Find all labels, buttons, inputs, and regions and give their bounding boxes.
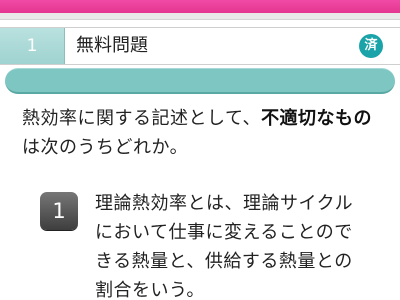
option-text[interactable]: 理論熱効率とは、理論サイクルにおいて仕事に変えることのできる熱量と、供給する熱量… (95, 189, 365, 300)
question-text: 熱効率に関する記述として、不適切なものは次のうちどれか。 (22, 104, 382, 162)
teal-bar (5, 68, 395, 94)
app-screen: 1 無料問題 済 熱効率に関する記述として、不適切なものは次のうちどれか。 1 … (0, 0, 400, 300)
question-text-after: は次のうちどれか。 (22, 137, 189, 158)
question-text-emphasis: 不適切なもの (261, 108, 373, 129)
question-number: 1 (0, 28, 65, 64)
option-number-badge[interactable]: 1 (40, 192, 78, 230)
top-bar-divider (0, 13, 400, 20)
question-category: 無料問題 (76, 35, 148, 56)
question-text-before: 熱効率に関する記述として、 (22, 108, 262, 129)
done-badge: 済 (359, 34, 383, 58)
question-header: 1 無料問題 済 (0, 27, 400, 65)
top-bar (0, 0, 400, 13)
